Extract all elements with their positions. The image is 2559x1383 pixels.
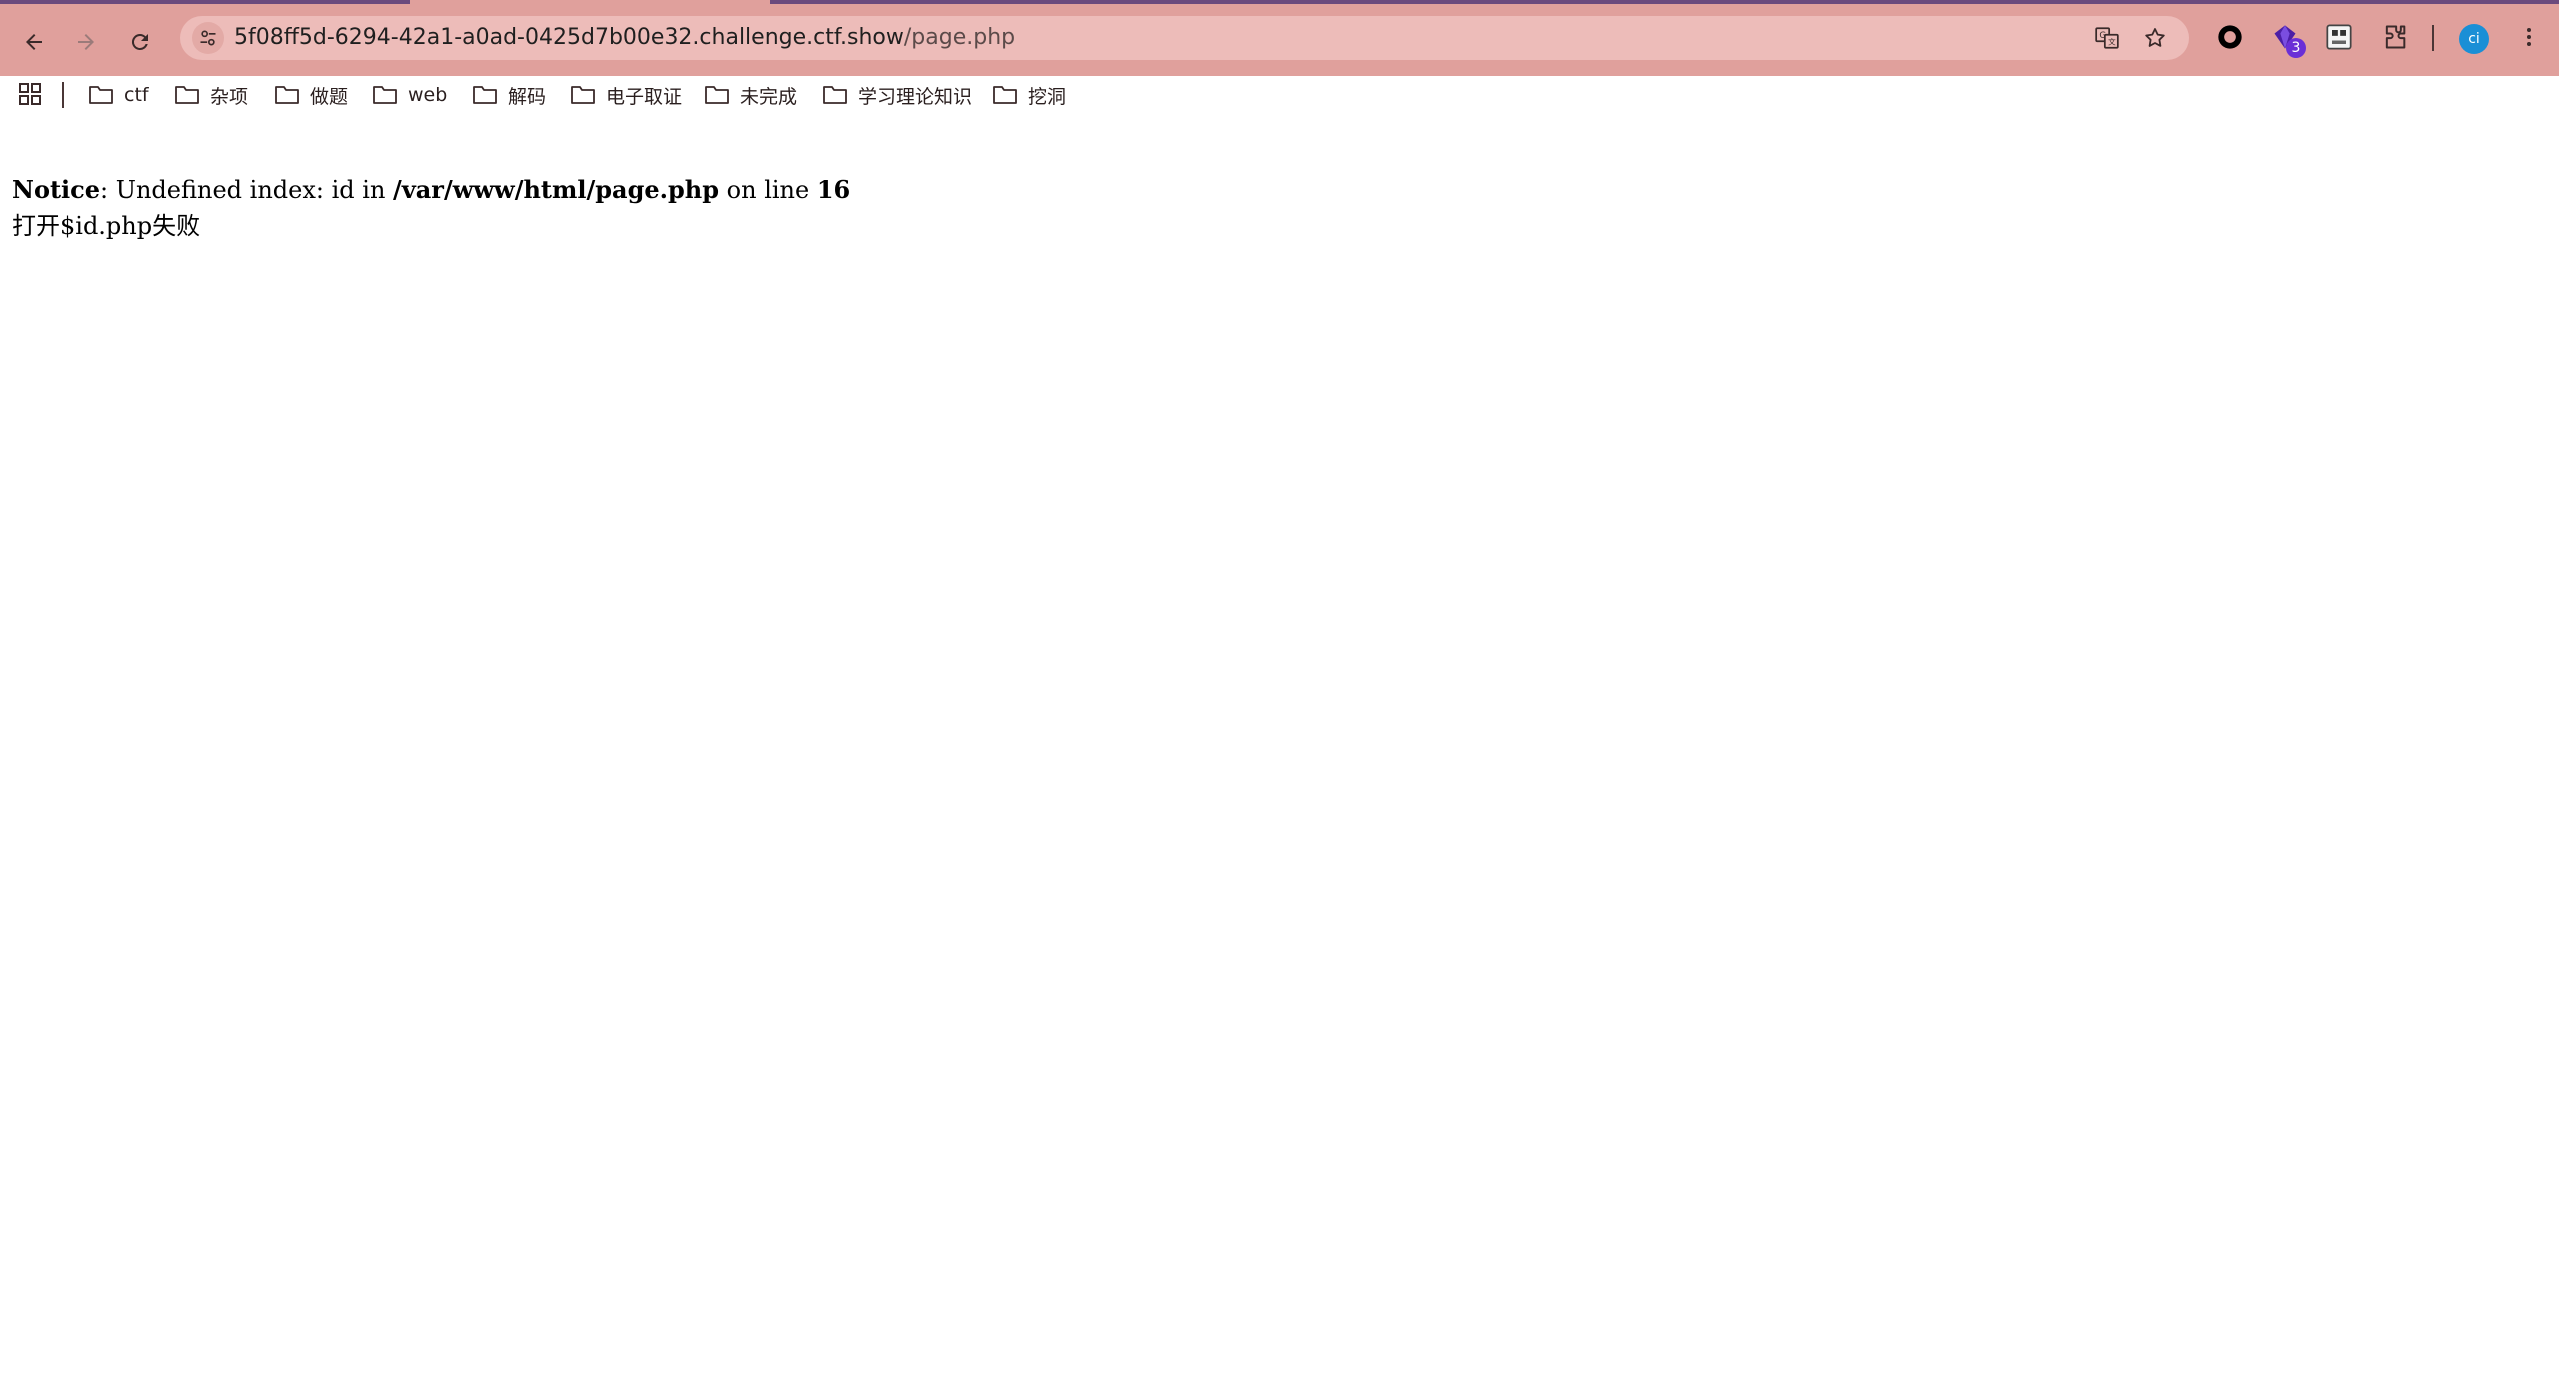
arrow-left-icon [26,34,42,50]
bookmark-folder-vulns[interactable]: 挖洞 [992,80,1066,110]
folder-icon [175,86,199,104]
bookmark-folder-forensics[interactable]: 电子取证 [570,80,682,110]
translate-icon[interactable]: G文 [2091,22,2123,54]
notice-text-line: on line [719,176,817,204]
folder-icon [571,86,595,104]
bookmarks-separator [62,82,64,108]
notice-label: Notice [12,175,101,204]
bookmark-folder-problems[interactable]: 做题 [274,80,348,110]
reload-button[interactable] [118,20,162,64]
tab-strip-right [770,0,2559,4]
bookmark-label: 学习理论知识 [858,85,973,108]
url-text[interactable]: 5f08ff5d-6294-42a1-a0ad-0425d7b00e32.cha… [234,16,1015,60]
folder-icon [473,86,497,104]
bookmark-folder-theory[interactable]: 学习理论知识 [822,80,972,110]
site-info-icon[interactable] [192,22,224,54]
bookmark-folder-ctf[interactable]: ctf [88,80,149,110]
bookmark-star-icon[interactable] [2139,22,2171,54]
bookmark-label: 挖洞 [1028,85,1067,108]
notice-line-number: 16 [816,175,851,204]
menu-kebab-icon[interactable] [2512,20,2546,54]
profile-avatar[interactable]: ci [2459,24,2489,54]
bookmark-label: 解码 [508,85,547,108]
extensions-puzzle-icon[interactable] [2378,20,2412,54]
svg-text:G: G [2099,31,2106,41]
php-notice: Notice: Undefined index: id in /var/www/… [12,172,850,208]
bookmark-folder-web[interactable]: web [372,80,447,110]
bookmark-label: 做题 [310,85,349,108]
url-host: 5f08ff5d-6294-42a1-a0ad-0425d7b00e32.cha… [234,25,904,50]
extension-purple-icon[interactable]: 3 [2268,20,2306,58]
bookmark-label: ctf [124,84,149,106]
bookmark-label: web [408,84,448,106]
error-message: 打开$id.php失败 [12,212,201,240]
arrow-right-icon [78,34,94,50]
back-button[interactable] [12,20,56,64]
extension-image-icon[interactable] [2322,20,2356,54]
folder-icon [373,86,397,104]
forward-button[interactable] [64,20,108,64]
notice-file: /var/www/html/page.php [393,175,720,204]
bookmark-folder-misc[interactable]: 杂项 [174,80,248,110]
bookmark-label: 电子取证 [606,85,683,108]
folder-icon [705,86,729,104]
address-bar[interactable]: 5f08ff5d-6294-42a1-a0ad-0425d7b00e32.cha… [180,16,2189,60]
extension-circle-icon[interactable] [2213,20,2247,54]
apps-grid-icon[interactable] [18,82,42,106]
tab-strip-left [0,0,410,4]
bookmark-label: 杂项 [210,85,249,108]
folder-icon [823,86,847,104]
notice-text: : Undefined index: id in [100,176,394,204]
svg-text:文: 文 [2108,37,2116,47]
bookmark-folder-decode[interactable]: 解码 [472,80,546,110]
toolbar-separator [2432,25,2434,51]
extension-badge: 3 [2286,38,2306,58]
page-content: Notice: Undefined index: id in /var/www/… [12,172,850,244]
bookmark-folder-unfinished[interactable]: 未完成 [704,80,797,110]
bookmark-label: 未完成 [740,85,798,108]
reload-icon [131,33,148,50]
folder-icon [89,86,113,104]
folder-icon [993,86,1017,104]
folder-icon [275,86,299,104]
url-path: /page.php [903,25,1016,50]
